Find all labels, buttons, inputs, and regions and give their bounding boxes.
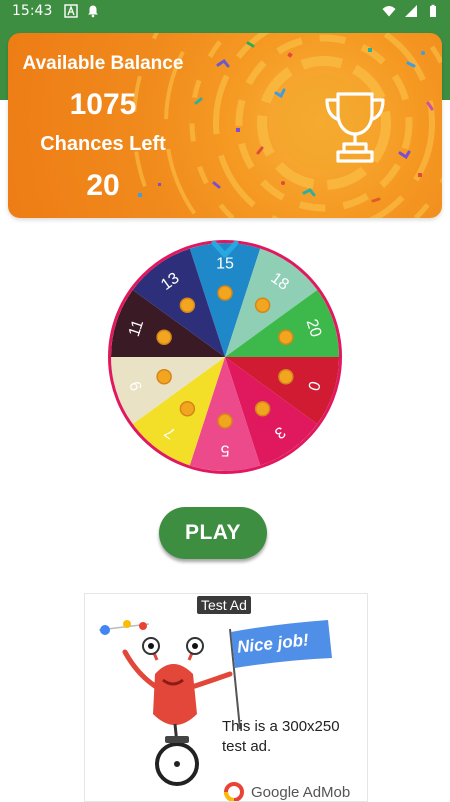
trophy-icon [325, 92, 385, 163]
battery-icon [430, 4, 436, 17]
ad-illustration [98, 620, 332, 801]
text-a-icon [64, 4, 78, 18]
status-time: 15:43 [12, 3, 53, 19]
signal-icon [405, 5, 417, 17]
balance-label: Available Balance [22, 53, 184, 74]
coin-icon [179, 401, 196, 417]
wheel-segment-label: 5 [220, 442, 229, 459]
balance-banner: Available Balance 1075 Chances Left 20 [8, 33, 442, 218]
test-ad-banner[interactable]: Test Ad Nice job! This is a 300x250 test… [84, 593, 368, 802]
coin-icon [278, 369, 294, 385]
play-button[interactable]: PLAY [159, 507, 267, 559]
ad-body-text: This is a 300x250 test ad. [222, 718, 340, 755]
chances-label: Chances Left [40, 133, 166, 155]
coin-icon [217, 413, 233, 429]
wifi-icon [382, 6, 396, 17]
coin-icon [217, 285, 233, 301]
ad-tag: Test Ad [197, 596, 251, 614]
coin-icon [278, 329, 294, 345]
coin-icon [254, 297, 271, 313]
balance-value: 1075 [69, 88, 137, 121]
wheel-pointer-icon [211, 241, 239, 258]
coin-icon [156, 369, 172, 385]
notification-bell-icon [88, 5, 98, 18]
status-bar: 15:43 [0, 0, 450, 24]
ad-brand: Google AdMob [251, 784, 351, 801]
chances-value: 20 [86, 169, 120, 202]
spin-wheel[interactable]: 151820035791113 [106, 238, 344, 476]
coin-icon [254, 401, 271, 417]
coin-icon [179, 297, 196, 313]
coin-icon [156, 329, 172, 345]
